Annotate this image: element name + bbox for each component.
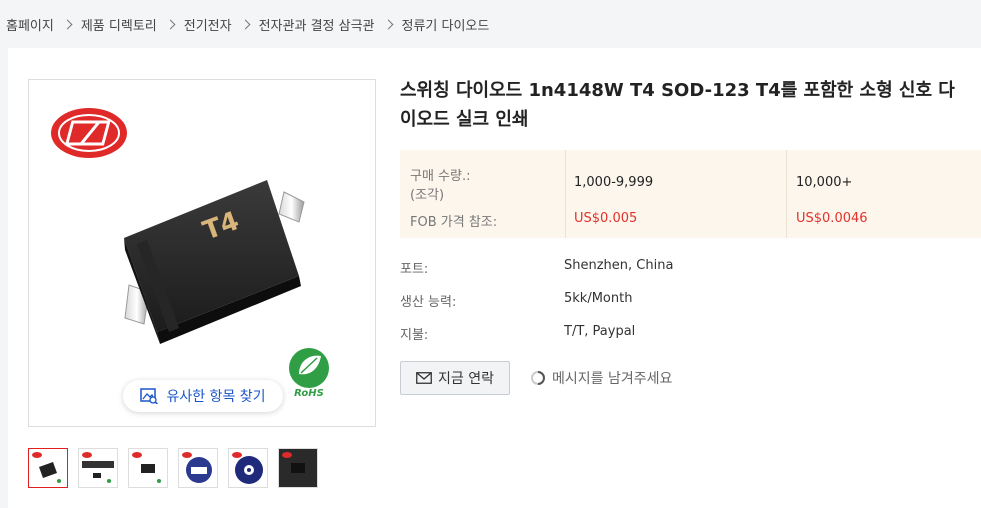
product-panel: T4 RoHS 유사한 항목 찾기 스위칭 다이오드 1n4148W T4 SO… xyxy=(8,48,981,508)
leave-message-label: 메시지를 남겨주세요 xyxy=(552,371,673,387)
loading-spinner-icon xyxy=(531,371,545,385)
image-search-icon xyxy=(140,388,159,404)
chevron-right-icon xyxy=(383,19,393,29)
thumbnail-1[interactable] xyxy=(28,448,68,488)
port-value: Shenzhen, China xyxy=(564,258,674,273)
tier-2-qty: 10,000+ xyxy=(796,175,853,190)
thumbnail-3[interactable] xyxy=(128,448,168,488)
contact-now-button[interactable]: 지금 연락 xyxy=(400,361,510,395)
rohs-badge: RoHS xyxy=(289,348,329,399)
find-similar-button[interactable]: 유사한 항목 찾기 xyxy=(123,380,283,412)
breadcrumb-electrical[interactable]: 전기전자 xyxy=(184,15,232,34)
thumbnail-6[interactable] xyxy=(278,448,318,488)
thumbnail-2[interactable] xyxy=(78,448,118,488)
breadcrumb: 홈페이지 제품 디렉토리 전기전자 전자관과 결정 삼극관 정류기 다이오드 xyxy=(0,0,981,48)
capacity-label: 생산 능력: xyxy=(400,295,457,310)
breadcrumb-tubes-transistors[interactable]: 전자관과 결정 삼극관 xyxy=(259,15,375,34)
leave-message-link[interactable]: 메시지를 남겨주세요 xyxy=(530,361,672,395)
fob-label: FOB 가격 참조: xyxy=(410,215,498,230)
envelope-icon xyxy=(416,372,432,384)
tier-1-qty: 1,000-9,999 xyxy=(574,175,654,190)
port-label: 포트: xyxy=(400,262,429,277)
capacity-value: 5kk/Month xyxy=(564,291,633,306)
find-similar-label: 유사한 항목 찾기 xyxy=(166,389,266,405)
brand-logo xyxy=(51,108,127,158)
breadcrumb-rectifier-diode[interactable]: 정류기 다이오드 xyxy=(402,15,490,34)
thumbnail-strip xyxy=(28,448,318,488)
tier-1-price: US$0.005 xyxy=(574,211,638,226)
chevron-right-icon xyxy=(240,19,251,29)
qty-label: 구매 수량.: xyxy=(410,169,471,184)
breadcrumb-product-directory[interactable]: 제품 디렉토리 xyxy=(81,15,157,34)
payment-value: T/T, Paypal xyxy=(564,324,636,339)
chevron-right-icon xyxy=(165,19,176,29)
svg-text:RoHS: RoHS xyxy=(294,388,324,399)
thumbnail-4[interactable] xyxy=(178,448,218,488)
main-product-image[interactable]: T4 RoHS 유사한 항목 찾기 xyxy=(28,79,376,427)
product-title: 스위칭 다이오드 1n4148W T4 SOD-123 T4를 포함한 소형 신… xyxy=(400,80,955,130)
price-table: 구매 수량.: (조각) FOB 가격 참조: 1,000-9,999 US$0… xyxy=(400,150,981,238)
breadcrumb-home[interactable]: 홈페이지 xyxy=(6,15,54,34)
qty-unit: (조각) xyxy=(410,188,445,203)
tier-2-price: US$0.0046 xyxy=(796,211,868,226)
contact-now-label: 지금 연락 xyxy=(438,371,494,387)
payment-label: 지불: xyxy=(400,328,429,343)
chevron-right-icon xyxy=(62,19,73,29)
thumbnail-5[interactable] xyxy=(228,448,268,488)
diode-product-illustration: T4 RoHS xyxy=(51,108,329,399)
